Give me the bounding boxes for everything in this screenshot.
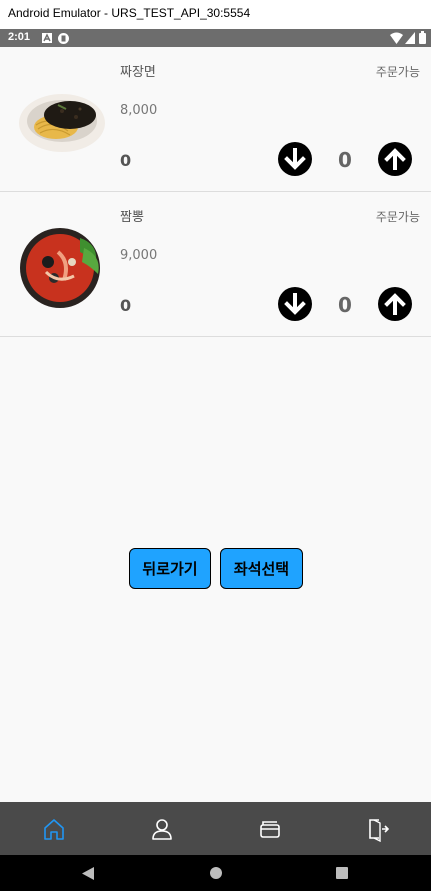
item-name: 짬뽕 bbox=[120, 210, 144, 225]
arrow-up-icon bbox=[384, 148, 406, 170]
home-icon[interactable] bbox=[41, 816, 67, 842]
item-status: 주문가능 bbox=[375, 65, 420, 79]
arrow-up-icon bbox=[384, 293, 406, 315]
bottom-nav bbox=[0, 802, 431, 855]
menu-item-jjamppong: 짬뽕 주문가능 9,000 0 0 bbox=[0, 192, 431, 337]
jjamppong-image bbox=[20, 228, 100, 308]
select-seat-button[interactable]: 좌석선택 bbox=[220, 548, 303, 589]
item-price: 8,000 bbox=[120, 103, 158, 118]
increase-button[interactable] bbox=[378, 142, 412, 176]
item-total: 0 bbox=[120, 296, 132, 315]
system-nav-bar bbox=[0, 855, 431, 891]
arrow-down-icon bbox=[284, 148, 306, 170]
notification-app-icon bbox=[58, 33, 69, 44]
item-price: 9,000 bbox=[120, 248, 158, 263]
notification-a-icon bbox=[42, 33, 52, 43]
recents-square-icon[interactable] bbox=[336, 867, 348, 879]
item-status: 주문가능 bbox=[375, 210, 420, 224]
decrease-button[interactable] bbox=[278, 287, 312, 321]
signal-icon bbox=[405, 32, 415, 44]
battery-icon bbox=[419, 31, 426, 44]
menu-item-jajangmyeon: 짜장면 주문가능 8,000 0 0 bbox=[0, 47, 431, 192]
item-quantity: 0 bbox=[338, 148, 352, 172]
window-titlebar: Android Emulator - URS_TEST_API_30:5554 bbox=[0, 0, 431, 29]
card-icon[interactable] bbox=[257, 816, 283, 842]
item-total: 0 bbox=[120, 151, 132, 170]
arrow-down-icon bbox=[284, 293, 306, 315]
status-bar: 2:01 bbox=[0, 29, 431, 47]
increase-button[interactable] bbox=[378, 287, 412, 321]
home-circle-icon[interactable] bbox=[210, 867, 222, 879]
person-icon[interactable] bbox=[149, 816, 175, 842]
wifi-icon bbox=[390, 32, 403, 44]
logout-icon[interactable] bbox=[365, 816, 391, 842]
item-quantity: 0 bbox=[338, 293, 352, 317]
window-title: Android Emulator - URS_TEST_API_30:5554 bbox=[8, 6, 251, 20]
status-time: 2:01 bbox=[8, 31, 31, 43]
back-triangle-icon[interactable] bbox=[82, 867, 94, 880]
decrease-button[interactable] bbox=[278, 142, 312, 176]
item-name: 짜장면 bbox=[120, 65, 156, 80]
back-button[interactable]: 뒤로가기 bbox=[129, 548, 211, 589]
jajangmyeon-image bbox=[19, 94, 105, 152]
menu-list: 짜장면 주문가능 8,000 0 0 짬뽕 주문가능 9,000 0 0 bbox=[0, 47, 431, 802]
